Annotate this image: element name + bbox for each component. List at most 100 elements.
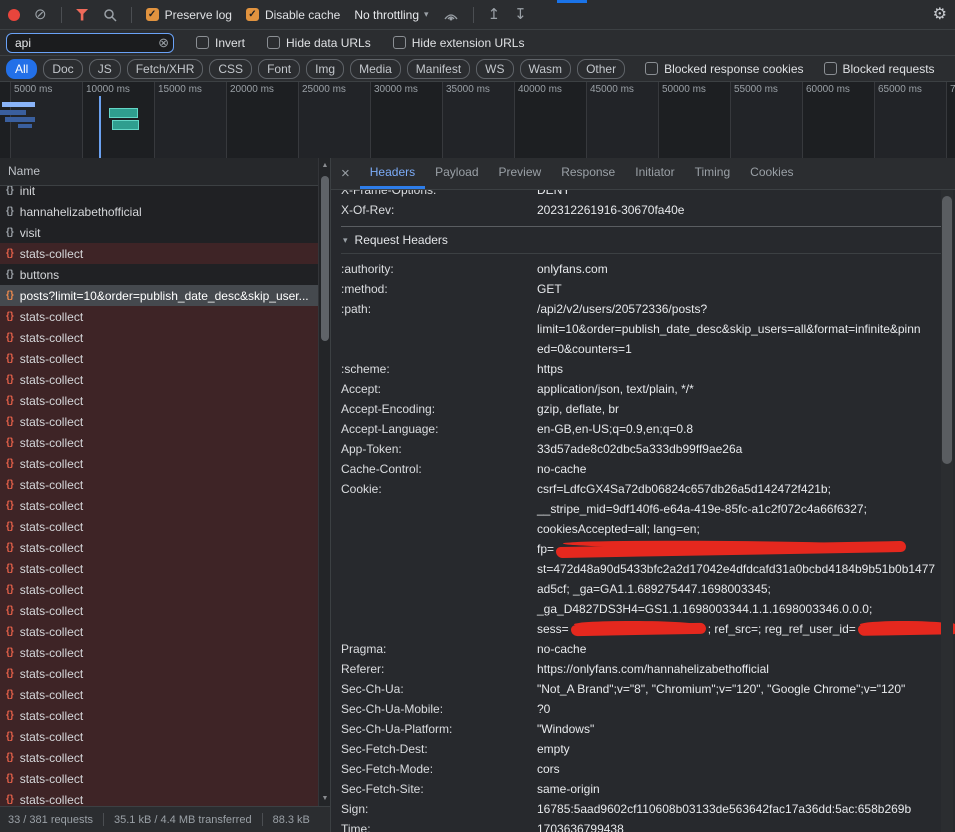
request-row[interactable]: {}hannahelizabethofficial (0, 201, 318, 222)
tab-response[interactable]: Response (551, 158, 625, 189)
hide-data-urls-toggle[interactable]: Hide data URLs (267, 36, 371, 50)
type-filter-all[interactable]: All (6, 59, 37, 79)
request-row[interactable]: {}stats-collect (0, 768, 318, 789)
request-row[interactable]: {}stats-collect (0, 411, 318, 432)
tab-initiator[interactable]: Initiator (625, 158, 684, 189)
request-row[interactable]: {}stats-collect (0, 516, 318, 537)
preserve-log-toggle[interactable]: Preserve log (146, 8, 232, 22)
type-filter-wasm[interactable]: Wasm (520, 59, 572, 79)
type-filter-js[interactable]: JS (89, 59, 121, 79)
export-har-icon[interactable]: ↧ (514, 7, 527, 22)
tab-headers[interactable]: Headers (360, 158, 425, 189)
request-row[interactable]: {}stats-collect (0, 747, 318, 768)
request-row[interactable]: {}stats-collect (0, 600, 318, 621)
waterfall-overview[interactable]: 5000 ms10000 ms15000 ms20000 ms25000 ms3… (0, 82, 955, 159)
header-name: Time: (341, 819, 537, 832)
request-row[interactable]: {}stats-collect (0, 390, 318, 411)
disable-cache-checkbox[interactable] (246, 8, 259, 21)
request-row[interactable]: {}stats-collect (0, 705, 318, 726)
type-filter-css[interactable]: CSS (209, 59, 252, 79)
import-har-icon[interactable]: ↥ (488, 7, 501, 22)
invert-checkbox[interactable] (196, 36, 209, 49)
invert-toggle[interactable]: Invert (196, 36, 245, 50)
request-headers-section-header[interactable]: ▾ Request Headers (341, 227, 941, 254)
type-filter-manifest[interactable]: Manifest (407, 59, 470, 79)
request-row[interactable]: {}stats-collect (0, 474, 318, 495)
script-icon: {} (6, 584, 14, 595)
scrollbar-thumb[interactable] (321, 176, 329, 341)
clear-button[interactable]: ⊘ (34, 7, 47, 22)
blocked-requests-label: Blocked requests (843, 62, 935, 76)
request-row[interactable]: {}stats-collect (0, 369, 318, 390)
type-filter-img[interactable]: Img (306, 59, 344, 79)
name-column-header[interactable]: Name (0, 158, 318, 186)
request-row[interactable]: {}stats-collect (0, 663, 318, 684)
request-row[interactable]: {}stats-collect (0, 306, 318, 327)
header-name: X-Frame-Options: (341, 190, 537, 200)
type-filter-media[interactable]: Media (350, 59, 401, 79)
request-row[interactable]: {}stats-collect (0, 579, 318, 600)
hide-data-urls-checkbox[interactable] (267, 36, 280, 49)
preserve-log-checkbox[interactable] (146, 8, 159, 21)
timeline-gridline (370, 82, 371, 158)
header-row: Sec-Ch-Ua-Mobile:?0 (341, 699, 941, 719)
request-row[interactable]: {}stats-collect (0, 726, 318, 747)
request-list-scrollbar[interactable]: ▲ ▼ (318, 158, 330, 806)
type-filter-other[interactable]: Other (577, 59, 625, 79)
request-row[interactable]: {}stats-collect (0, 348, 318, 369)
record-button[interactable] (8, 9, 20, 21)
request-row[interactable]: {}stats-collect (0, 453, 318, 474)
close-icon[interactable]: × (331, 165, 360, 182)
hide-extension-urls-toggle[interactable]: Hide extension URLs (393, 36, 525, 50)
timeline-gridline (514, 82, 515, 158)
network-conditions-button[interactable] (443, 9, 459, 21)
type-filter-font[interactable]: Font (258, 59, 300, 79)
header-row: Cache-Control:no-cache (341, 459, 941, 479)
redaction-scribble (556, 541, 906, 558)
timeline-gridline (802, 82, 803, 158)
request-row[interactable]: {}init (0, 186, 318, 201)
scrollbar-thumb[interactable] (942, 196, 952, 464)
timeline-gridline (586, 82, 587, 158)
request-row[interactable]: {}stats-collect (0, 432, 318, 453)
request-row[interactable]: {}buttons (0, 264, 318, 285)
tab-preview[interactable]: Preview (489, 158, 552, 189)
header-value-line: csrf=LdfcGX4Sa72db06824c657db26a5d142472… (537, 479, 955, 499)
request-row[interactable]: {}stats-collect (0, 621, 318, 642)
request-row[interactable]: {}stats-collect (0, 558, 318, 579)
type-filter-doc[interactable]: Doc (43, 59, 82, 79)
search-button[interactable] (103, 8, 117, 22)
devtools-network-panel: ⊘ Preserve log Disable cache No throttli… (0, 0, 955, 832)
tab-payload[interactable]: Payload (425, 158, 488, 189)
type-filter-fetch-xhr[interactable]: Fetch/XHR (127, 59, 204, 79)
tab-timing[interactable]: Timing (685, 158, 741, 189)
request-row[interactable]: {}visit (0, 222, 318, 243)
request-row[interactable]: {}stats-collect (0, 684, 318, 705)
filter-blocked-response-cookies-toggle[interactable]: Blocked response cookies (645, 62, 803, 76)
value-text: /api2/v2/users/20572336/posts? (537, 302, 707, 316)
request-row[interactable]: {}stats-collect (0, 327, 318, 348)
request-row[interactable]: {}stats-collect (0, 642, 318, 663)
filter-blocked-requests-toggle[interactable]: Blocked requests (824, 62, 935, 76)
filter-button[interactable] (76, 9, 89, 21)
request-row[interactable]: {}stats-collect (0, 243, 318, 264)
request-row[interactable]: {}posts?limit=10&order=publish_date_desc… (0, 285, 318, 306)
clear-filter-icon[interactable]: ⊗ (158, 35, 169, 51)
network-toolbar: ⊘ Preserve log Disable cache No throttli… (0, 0, 955, 30)
disable-cache-toggle[interactable]: Disable cache (246, 8, 340, 22)
type-filter-ws[interactable]: WS (476, 59, 513, 79)
request-row[interactable]: {}stats-collect (0, 495, 318, 516)
filter-input[interactable] (6, 33, 174, 53)
details-scrollbar[interactable] (941, 190, 953, 832)
throttling-select[interactable]: No throttling ▾ (354, 8, 428, 22)
waterfall-bar (2, 102, 35, 107)
hide-extension-urls-checkbox[interactable] (393, 36, 406, 49)
settings-gear-icon[interactable]: ⚙ (933, 7, 947, 23)
request-row[interactable]: {}stats-collect (0, 537, 318, 558)
request-row[interactable]: {}stats-collect (0, 789, 318, 806)
tab-cookies[interactable]: Cookies (740, 158, 803, 189)
blocked-requests-checkbox[interactable] (824, 62, 837, 75)
header-value: cors (537, 759, 941, 779)
request-name: stats-collect (20, 478, 312, 492)
blocked-response-cookies-checkbox[interactable] (645, 62, 658, 75)
